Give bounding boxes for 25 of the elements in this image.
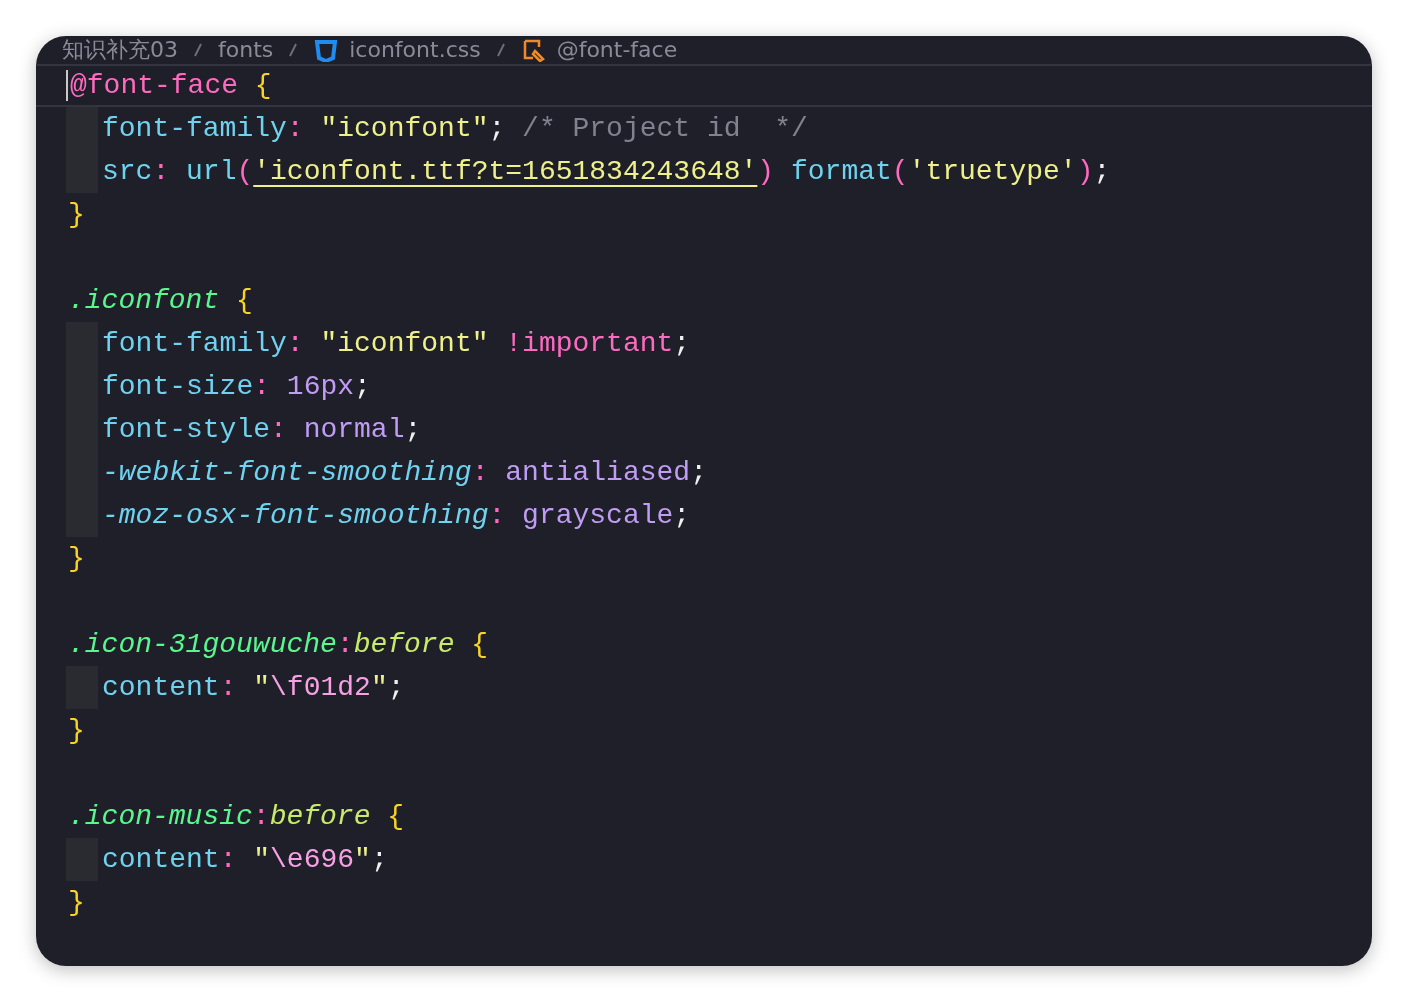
- code-line: .icon-music:before {: [67, 801, 405, 832]
- code-line: }: [67, 887, 85, 918]
- code-line: font-style: normal;: [101, 414, 422, 445]
- code-line: .iconfont {: [67, 285, 253, 316]
- code-line: }: [67, 199, 85, 230]
- breadcrumb-item[interactable]: 知识补充03: [62, 36, 178, 64]
- breadcrumb-item[interactable]: @font-face: [556, 36, 678, 64]
- code-line: }: [67, 715, 85, 746]
- chevron-icon: [192, 42, 204, 58]
- code-line: font-family: "iconfont"; /* Project id */: [101, 113, 808, 144]
- code-line: content: "\f01d2";: [101, 672, 405, 703]
- code-line: @font-face {: [66, 70, 272, 101]
- breadcrumb-item[interactable]: iconfont.css: [349, 36, 481, 64]
- code-line: font-family: "iconfont" !important;: [101, 328, 691, 359]
- code-line: }: [67, 543, 85, 574]
- code-line: font-size: 16px;: [101, 371, 371, 402]
- code-line: src: url('iconfont.ttf?t=1651834243648') format('truetype');: [101, 156, 1111, 187]
- breadcrumb-item[interactable]: fonts: [218, 36, 274, 64]
- chevron-icon: [494, 42, 507, 58]
- css-file-icon: [313, 38, 340, 62]
- chevron-icon: [287, 42, 300, 58]
- code-line: .icon-31gouwuche:before {: [67, 629, 489, 660]
- code-line: -moz-osx-font-smoothing: grayscale;: [101, 500, 691, 531]
- code-line: -webkit-font-smoothing: antialiased;: [101, 457, 707, 488]
- code-line: content: "\e696";: [101, 844, 388, 875]
